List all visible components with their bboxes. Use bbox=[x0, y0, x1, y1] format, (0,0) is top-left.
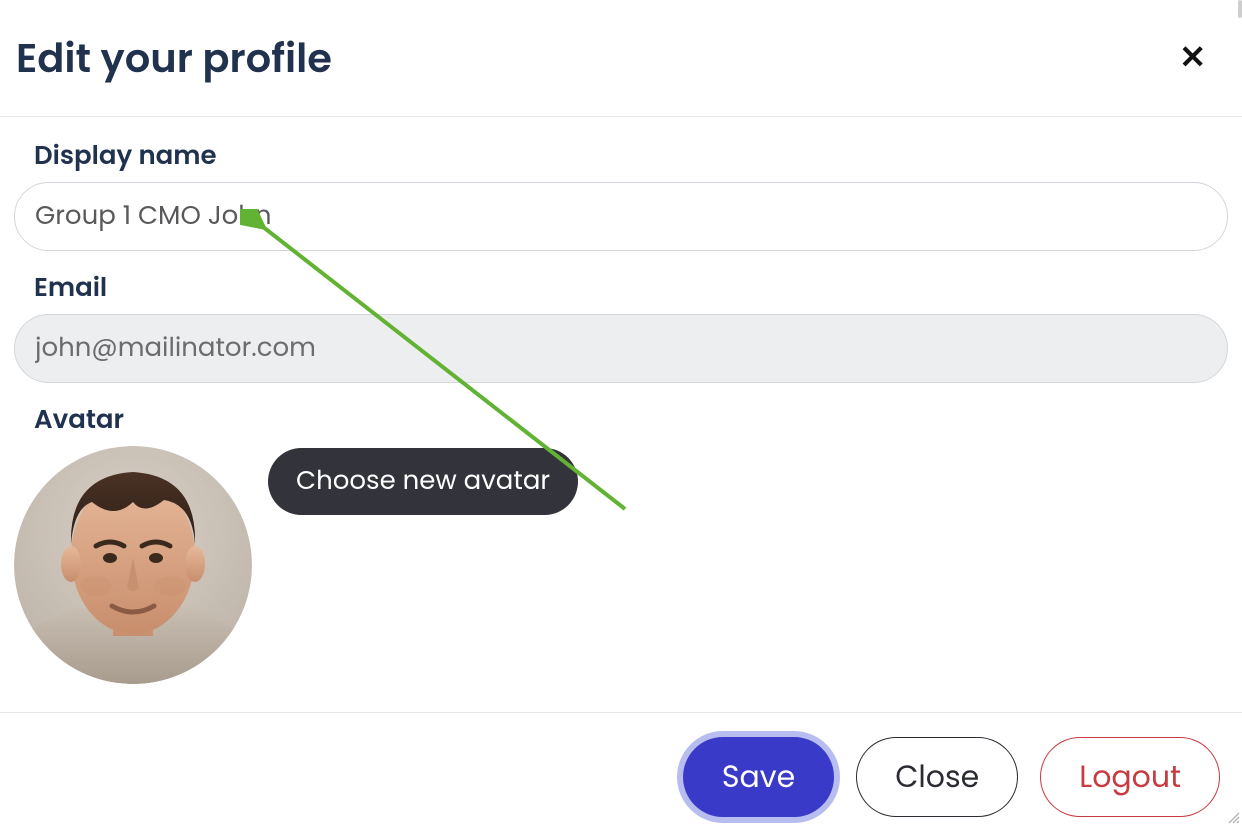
avatar-group: Avatar bbox=[14, 401, 1228, 684]
modal-header: Edit your profile ✕ bbox=[0, 0, 1242, 117]
display-name-group: Display name bbox=[14, 137, 1228, 251]
display-name-label: Display name bbox=[34, 137, 1228, 176]
logout-button[interactable]: Logout bbox=[1040, 737, 1220, 817]
choose-avatar-button[interactable]: Choose new avatar bbox=[268, 448, 578, 515]
modal-body: Display name Email Avatar bbox=[0, 117, 1242, 712]
display-name-input[interactable] bbox=[14, 182, 1228, 251]
close-icon[interactable]: ✕ bbox=[1171, 38, 1214, 78]
avatar-image bbox=[14, 446, 252, 684]
email-label: Email bbox=[34, 269, 1228, 308]
edit-profile-modal: Edit your profile ✕ Display name Email A… bbox=[0, 0, 1242, 826]
modal-footer: Save Close Logout bbox=[0, 712, 1242, 826]
email-group: Email bbox=[14, 269, 1228, 383]
email-input bbox=[14, 314, 1228, 383]
scrollbar[interactable] bbox=[1238, 0, 1242, 826]
close-button[interactable]: Close bbox=[856, 737, 1018, 817]
save-button[interactable]: Save bbox=[683, 737, 834, 817]
resize-grip-icon[interactable] bbox=[1226, 810, 1240, 824]
avatar-label: Avatar bbox=[34, 401, 1228, 440]
avatar-row: Choose new avatar bbox=[14, 446, 1228, 684]
modal-title: Edit your profile bbox=[16, 28, 332, 88]
